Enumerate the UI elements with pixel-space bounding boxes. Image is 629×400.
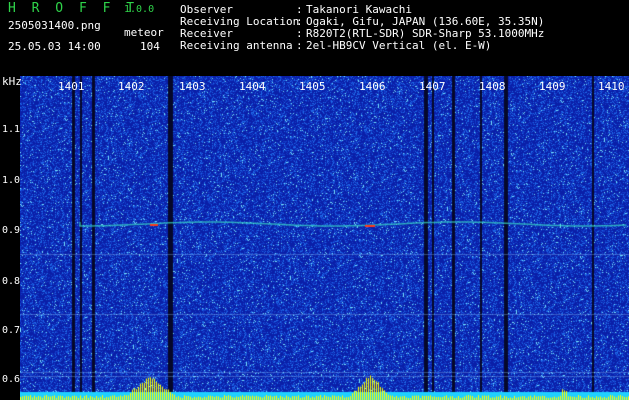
y-tick-label: 0.6 [2,374,21,385]
antenna-value: 2el-HB9CV Vertical (el. E-W) [306,39,492,52]
x-tick-label: 1408 [479,80,506,93]
file-name: 2505031400.png [8,19,101,32]
y-unit-label: kHz [2,75,22,88]
x-tick-label: 1407 [419,80,446,93]
y-tick-label: 0.8 [2,276,21,287]
x-tick-label: 1401 [58,80,85,93]
x-tick-label: 1402 [118,80,145,93]
mode-label: meteor [124,26,164,39]
spectrogram-canvas [20,76,629,400]
x-tick-label: 1405 [299,80,326,93]
app-title: H R O F F T [8,1,139,16]
colon: : [296,39,303,52]
x-tick-label: 1406 [359,80,386,93]
meteor-count: 104 [140,40,160,53]
antenna-label: Receiving antenna [180,39,293,52]
x-tick-label: 1403 [179,80,206,93]
app-version: 1.0.0 [124,4,155,15]
y-tick-label: 0.7 [2,325,21,336]
y-tick-label: 1.1 [2,124,21,135]
y-tick-label: 0.9 [2,225,21,236]
datetime: 25.05.03 14:00 [8,40,101,53]
y-tick-label: 1.0 [2,175,21,186]
x-tick-label: 1410 [598,80,625,93]
x-tick-label: 1409 [539,80,566,93]
x-tick-label: 1404 [239,80,266,93]
header: H R O F F T 1.0.0 2505031400.png meteor … [0,0,629,74]
